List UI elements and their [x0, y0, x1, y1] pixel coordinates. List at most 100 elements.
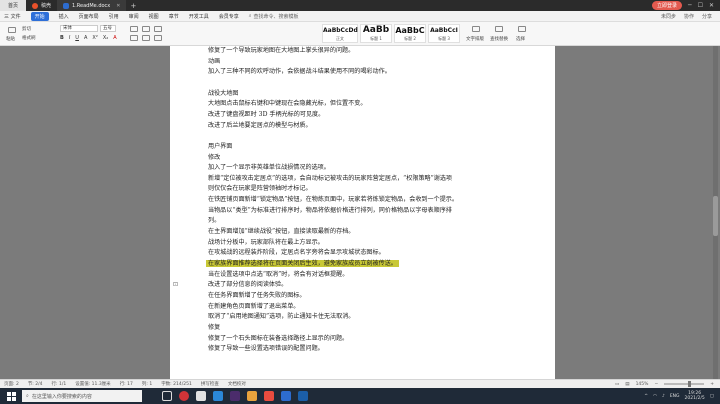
file-menu[interactable]: 三 文件 [4, 13, 21, 20]
doc-line[interactable]: 改进了后兰地要定居点的模型与材质。 [208, 122, 312, 129]
status-page[interactable]: 页面: 2 [4, 381, 19, 387]
doc-line[interactable]: 在攻城战的远程装炸阶段，定居点名字旁将会显示攻城状态图标。 [208, 249, 385, 256]
folder-icon[interactable] [247, 391, 257, 401]
status-word-count[interactable]: 字数: 214/251 [161, 381, 192, 387]
doc-line[interactable]: 在新建角色页面新增了退出菜单。 [208, 303, 299, 310]
login-button[interactable]: 立即登录 [651, 1, 682, 10]
document-page[interactable]: 修复了一个导致玩家地图在大地图上掌头很异的问题。 动画加入了三种不同的欢呼动作，会… [170, 46, 555, 379]
doc-line[interactable]: 加入了三种不同的欢呼动作，会依据战斗结果使用不同的喝彩动作。 [208, 68, 391, 75]
tray-arrow-icon[interactable]: ^ [644, 394, 648, 399]
proofread-button[interactable]: 文档校对 [228, 381, 246, 387]
maximize-icon[interactable]: ☐ [698, 2, 703, 9]
new-tab-icon[interactable]: + [130, 2, 136, 10]
find-replace-button[interactable]: 查找替换 [490, 36, 508, 42]
bullet-list-icon[interactable] [130, 26, 138, 32]
doc-line[interactable]: 战役大地图 [208, 90, 238, 97]
menu-item-references[interactable]: 引用 [109, 13, 119, 20]
view-mode-icon[interactable]: ▭ [615, 382, 619, 387]
doc-line[interactable]: 修复了一个导致玩家地图在大地图上掌头很异的问题。 [208, 47, 354, 54]
collaborate-button[interactable]: 协作 [684, 13, 694, 20]
share-button[interactable]: 分享 [702, 13, 712, 20]
doc-line[interactable]: 修复了导致一些设置选项错误的配置问题。 [208, 345, 324, 352]
menu-item-insert[interactable]: 插入 [59, 13, 69, 20]
select-button[interactable]: 选择 [516, 36, 525, 42]
zoom-slider[interactable] [664, 381, 705, 387]
premiere-icon[interactable] [230, 391, 240, 401]
language-indicator[interactable]: ENG [670, 394, 680, 399]
indent-icon[interactable] [154, 26, 162, 32]
doc-line[interactable]: 在主界面增加“继续战役”按钮，直接读取最新的存档。 [208, 228, 354, 235]
command-search[interactable]: ⌕ 查找命令、搜索模板 [249, 13, 299, 20]
align-left-icon[interactable] [130, 35, 138, 41]
menu-item-view[interactable]: 视图 [149, 13, 159, 20]
style-heading-2[interactable]: AaBbC 标题 2 [394, 24, 426, 43]
wps-icon[interactable] [264, 391, 274, 401]
zoom-slider-knob[interactable] [688, 381, 692, 387]
font-size-select[interactable]: 五号 [100, 25, 116, 32]
doc-line[interactable]: 修复 [208, 324, 220, 331]
zoom-level[interactable]: 145% [636, 382, 649, 387]
doc-line[interactable]: 改进了部分信息的阅读体验。 [208, 281, 287, 288]
clock[interactable]: 19:26 2021/2/5 [685, 391, 705, 401]
align-right-icon[interactable] [154, 35, 162, 41]
doc-line[interactable]: 新增“定位被攻击定居点”的选项，会自动标记被攻击的玩家阵营定居点，“权限策略”谢… [208, 175, 452, 182]
spell-check-toggle[interactable]: 拼写检查 [201, 381, 219, 387]
underline-button[interactable]: U [75, 35, 79, 41]
close-window-icon[interactable]: ✕ [709, 2, 714, 9]
tab-wps[interactable]: 稿壳 [26, 0, 57, 11]
doc-line[interactable]: 动画 [208, 58, 220, 65]
cut-button[interactable]: 剪切 [22, 26, 31, 32]
doc-line[interactable]: 改进了键盘视距时 3D 手柄光标的可见度。 [208, 111, 324, 118]
doc-line[interactable]: 当物品以“类型”为标准进行排序时，物品将依据价格进行排列，同价格物品以字母表顺序… [208, 207, 452, 214]
italic-button[interactable]: I [69, 35, 70, 41]
bold-button[interactable]: B [60, 35, 64, 41]
web-view-icon[interactable]: ▤ [625, 382, 629, 387]
home-tab[interactable]: 首页 [0, 0, 26, 11]
subscript-button[interactable]: X₂ [103, 35, 108, 41]
doc-line[interactable]: 取消了“启用地图通知”选项，防止通知卡住无法取消。 [208, 313, 354, 320]
doc-line[interactable]: 大地图点击鼠标右键和中键现在会隐藏光标，但位置不变。 [208, 100, 366, 107]
scroll-thumb[interactable] [713, 196, 718, 236]
doc-line[interactable]: 战场计分板中，玩家部队将在最上方显示。 [208, 239, 324, 246]
font-color-button[interactable]: A [84, 35, 87, 41]
doc-line[interactable]: 用户界面 [208, 143, 232, 150]
format-painter-button[interactable]: 格式刷 [22, 35, 36, 41]
close-tab-icon[interactable]: ✕ [116, 3, 120, 9]
tab-document[interactable]: 1.ReadMe.docx ✕ [57, 0, 127, 11]
doc-line[interactable]: 在任务界面新增了任务失败的图标。 [208, 292, 306, 299]
paragraph-marker-icon[interactable]: ⊡ [173, 281, 178, 288]
font-select[interactable]: 宋体 [60, 25, 98, 32]
menu-item-home[interactable]: 开始 [30, 11, 49, 21]
notification-icon[interactable]: ▢ [710, 394, 714, 399]
highlight-button[interactable]: A [113, 35, 116, 41]
menu-item-layout[interactable]: 页面布局 [79, 13, 99, 20]
task-view-icon[interactable] [162, 391, 172, 401]
taskbar-search[interactable]: ⌕ 在这里输入你要搜索的内容 [22, 390, 142, 402]
doc-line[interactable]: 修复了一个石头图标在装备选择路径上显示的问题。 [208, 335, 348, 342]
align-center-icon[interactable] [142, 35, 150, 41]
zoom-in-icon[interactable]: + [710, 382, 714, 387]
menu-item-sections[interactable]: 章节 [169, 13, 179, 20]
highlighted-line[interactable]: 在家族界面推荐选择将在页面关闭后生效，避免家族成员立刻被传送。 [206, 260, 399, 267]
steam-icon[interactable] [298, 391, 308, 401]
doc-line[interactable]: 则仅仅会在玩家是阵营领袖时才标记。 [208, 185, 312, 192]
volume-icon[interactable]: ♪ [662, 394, 665, 399]
menu-item-developer[interactable]: 开发工具 [189, 13, 209, 20]
doc-line[interactable]: 列。 [208, 217, 220, 224]
network-icon[interactable]: ◠ [653, 394, 657, 399]
app-icon-2[interactable] [196, 391, 206, 401]
text-tools-button[interactable]: 文字排版 [466, 36, 484, 42]
menu-item-member[interactable]: 会员专享 [219, 13, 239, 20]
numbered-list-icon[interactable] [142, 26, 150, 32]
menu-item-review[interactable]: 审阅 [129, 13, 139, 20]
style-heading-1[interactable]: AaBb 标题 1 [360, 24, 392, 43]
start-button[interactable] [0, 388, 22, 404]
paste-button[interactable]: 粘贴 [6, 36, 15, 42]
doc-line[interactable]: 修改 [208, 154, 220, 161]
document-area[interactable]: 修复了一个导致玩家地图在大地图上掌头很异的问题。 动画加入了三种不同的欢呼动作，会… [0, 46, 720, 379]
zoom-out-icon[interactable]: − [654, 382, 658, 387]
style-normal[interactable]: AaBbCcDd 正文 [322, 24, 358, 43]
style-heading-3[interactable]: AaBbCcI 标题 3 [428, 24, 460, 43]
app-icon-1[interactable] [179, 391, 189, 401]
word-icon[interactable] [281, 391, 291, 401]
